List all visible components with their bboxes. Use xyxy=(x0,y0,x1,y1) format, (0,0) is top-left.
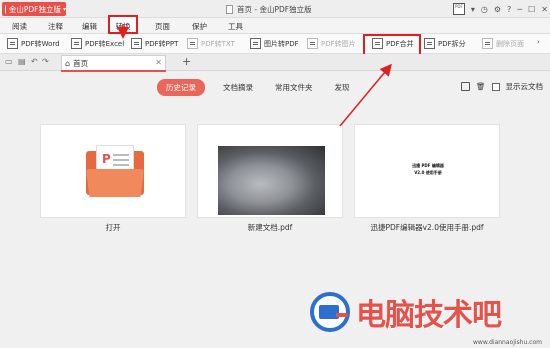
image-to-pdf-button[interactable]: 图片转PDF xyxy=(250,38,299,49)
show-cloud-label: 显示云文档 xyxy=(505,82,544,91)
toolbar-more-icon[interactable]: › xyxy=(537,38,540,46)
pdf-merge-highlight xyxy=(363,34,421,56)
menu-tools[interactable]: 工具 xyxy=(228,21,243,32)
gear-icon[interactable]: ⚙ xyxy=(494,5,501,14)
app-logo-icon xyxy=(5,4,6,14)
watermark: 电脑技术吧 xyxy=(310,290,502,334)
delete-page-button[interactable]: 删除页面 xyxy=(482,38,524,49)
watermark-text: 电脑技术吧 xyxy=(356,298,502,333)
pdf-to-ppt-label: PDF转PPT xyxy=(145,39,179,48)
nav-folders[interactable]: 常用文件夹 xyxy=(275,82,313,93)
menu-annotate[interactable]: 注释 xyxy=(48,21,63,32)
pdf-to-txt-button[interactable]: PDF转TXT xyxy=(187,38,235,49)
new-tab-button[interactable]: + xyxy=(182,55,191,68)
image-to-pdf-label: 图片转PDF xyxy=(264,39,299,48)
folder-icon: P xyxy=(86,145,144,197)
watermark-logo-icon xyxy=(310,292,350,332)
pdf-split-label: PDF拆分 xyxy=(438,39,466,48)
pdf-to-excel-label: PDF转Excel xyxy=(85,39,125,48)
home-nav: 历史记录 文档摘录 常用文件夹 发现 xyxy=(157,78,372,96)
split-icon xyxy=(424,38,435,49)
document-tab-bar: ▭ ▤ ↶ ↷ ⌂ 首页 ✕ + xyxy=(0,54,550,71)
show-cloud-checkbox[interactable] xyxy=(491,82,500,91)
menu-edit[interactable]: 编辑 xyxy=(82,21,97,32)
cat-thumbnail xyxy=(218,146,325,215)
image-icon xyxy=(250,38,261,49)
word-icon xyxy=(7,38,18,49)
chevron-down-icon: ▾ xyxy=(62,5,66,13)
pdf-badge-icon[interactable]: PDF xyxy=(452,3,465,15)
window-title: 首页 - 金山PDF独立版 xyxy=(226,4,312,15)
pdf-to-image-label: PDF转图片 xyxy=(321,39,356,48)
recent-file-label: 新建文档.pdf xyxy=(247,223,293,232)
menu-page[interactable]: 页面 xyxy=(155,21,170,32)
save-icon[interactable]: ▤ xyxy=(18,57,26,66)
app-menu-button[interactable]: 金山PDF独立版 ▾ xyxy=(2,2,66,16)
window-title-text: 首页 - 金山PDF独立版 xyxy=(237,5,312,14)
open-file-label: 打开 xyxy=(105,223,121,232)
pdf-to-txt-label: PDF转TXT xyxy=(201,39,235,48)
convert-toolbar: PDF转Word PDF转Excel PDF转PPT PDF转TXT 图片转PD… xyxy=(0,34,550,54)
txt-icon xyxy=(187,38,198,49)
thumbnail-line-2: V2.0 使用手册 xyxy=(414,170,442,175)
recent-file-card[interactable] xyxy=(197,124,343,218)
manual-file-label: 迅捷PDF编辑器v2.0使用手册.pdf xyxy=(370,223,484,232)
nav-excerpts[interactable]: 文档摘录 xyxy=(223,82,253,93)
nav-discover[interactable]: 发现 xyxy=(335,82,350,93)
grid-view-icon[interactable] xyxy=(461,82,470,91)
manual-file-card[interactable]: 迅捷 PDF 编辑器 V2.0 使用手册 xyxy=(354,124,500,218)
help-icon[interactable]: ? xyxy=(507,5,511,14)
redo-icon[interactable]: ↷ xyxy=(42,57,49,66)
close-button[interactable]: ✕ xyxy=(541,5,548,14)
home-icon: ⌂ xyxy=(65,59,71,68)
delete-page-icon xyxy=(482,38,493,49)
tab-home[interactable]: ⌂ 首页 ✕ xyxy=(61,55,166,71)
app-brand: 金山PDF独立版 xyxy=(8,4,61,14)
pdf-to-excel-button[interactable]: PDF转Excel xyxy=(71,38,124,49)
clock-icon[interactable]: ◷ xyxy=(481,5,488,14)
excel-icon xyxy=(71,38,82,49)
tab-home-label: 首页 xyxy=(73,59,89,68)
window-controls: PDF ▾ ◷ ⚙ ? ─ ☐ ✕ xyxy=(452,2,548,16)
minimize-button[interactable]: ─ xyxy=(517,5,522,14)
delete-page-label: 删除页面 xyxy=(496,39,524,48)
document-icon xyxy=(226,5,233,14)
thumbnail-line-1: 迅捷 PDF 编辑器 xyxy=(412,163,444,168)
pdf-to-word-button[interactable]: PDF转Word xyxy=(7,38,60,49)
pdf-to-image-button[interactable]: PDF转图片 xyxy=(307,38,356,49)
close-tab-icon[interactable]: ✕ xyxy=(155,58,162,67)
menu-read[interactable]: 阅读 xyxy=(12,21,27,32)
open-folder-icon[interactable]: ▭ xyxy=(5,57,13,66)
pdf-split-button[interactable]: PDF拆分 xyxy=(424,38,466,49)
undo-icon[interactable]: ↶ xyxy=(31,57,38,66)
skin-icon[interactable]: ▾ xyxy=(471,5,475,14)
ppt-icon xyxy=(131,38,142,49)
open-file-card[interactable]: P xyxy=(40,124,186,218)
maximize-button[interactable]: ☐ xyxy=(528,5,535,14)
nav-history[interactable]: 历史记录 xyxy=(157,78,205,96)
menu-convert[interactable]: 转换 xyxy=(108,15,138,34)
trash-icon[interactable]: 🗑 xyxy=(476,82,486,91)
pdf-to-ppt-button[interactable]: PDF转PPT xyxy=(131,38,178,49)
menu-protect[interactable]: 保护 xyxy=(192,21,207,32)
picture-icon xyxy=(307,38,318,49)
title-bar: 金山PDF独立版 ▾ 首页 - 金山PDF独立版 PDF ▾ ◷ ⚙ ? ─ ☐… xyxy=(0,0,550,18)
watermark-url: www.diannaojishu.com xyxy=(473,339,542,346)
menu-bar: 阅读 注释 编辑 转换 页面 保护 工具 xyxy=(0,15,550,34)
view-tools: 🗑 显示云文档 xyxy=(461,81,543,92)
pdf-to-word-label: PDF转Word xyxy=(21,39,60,48)
